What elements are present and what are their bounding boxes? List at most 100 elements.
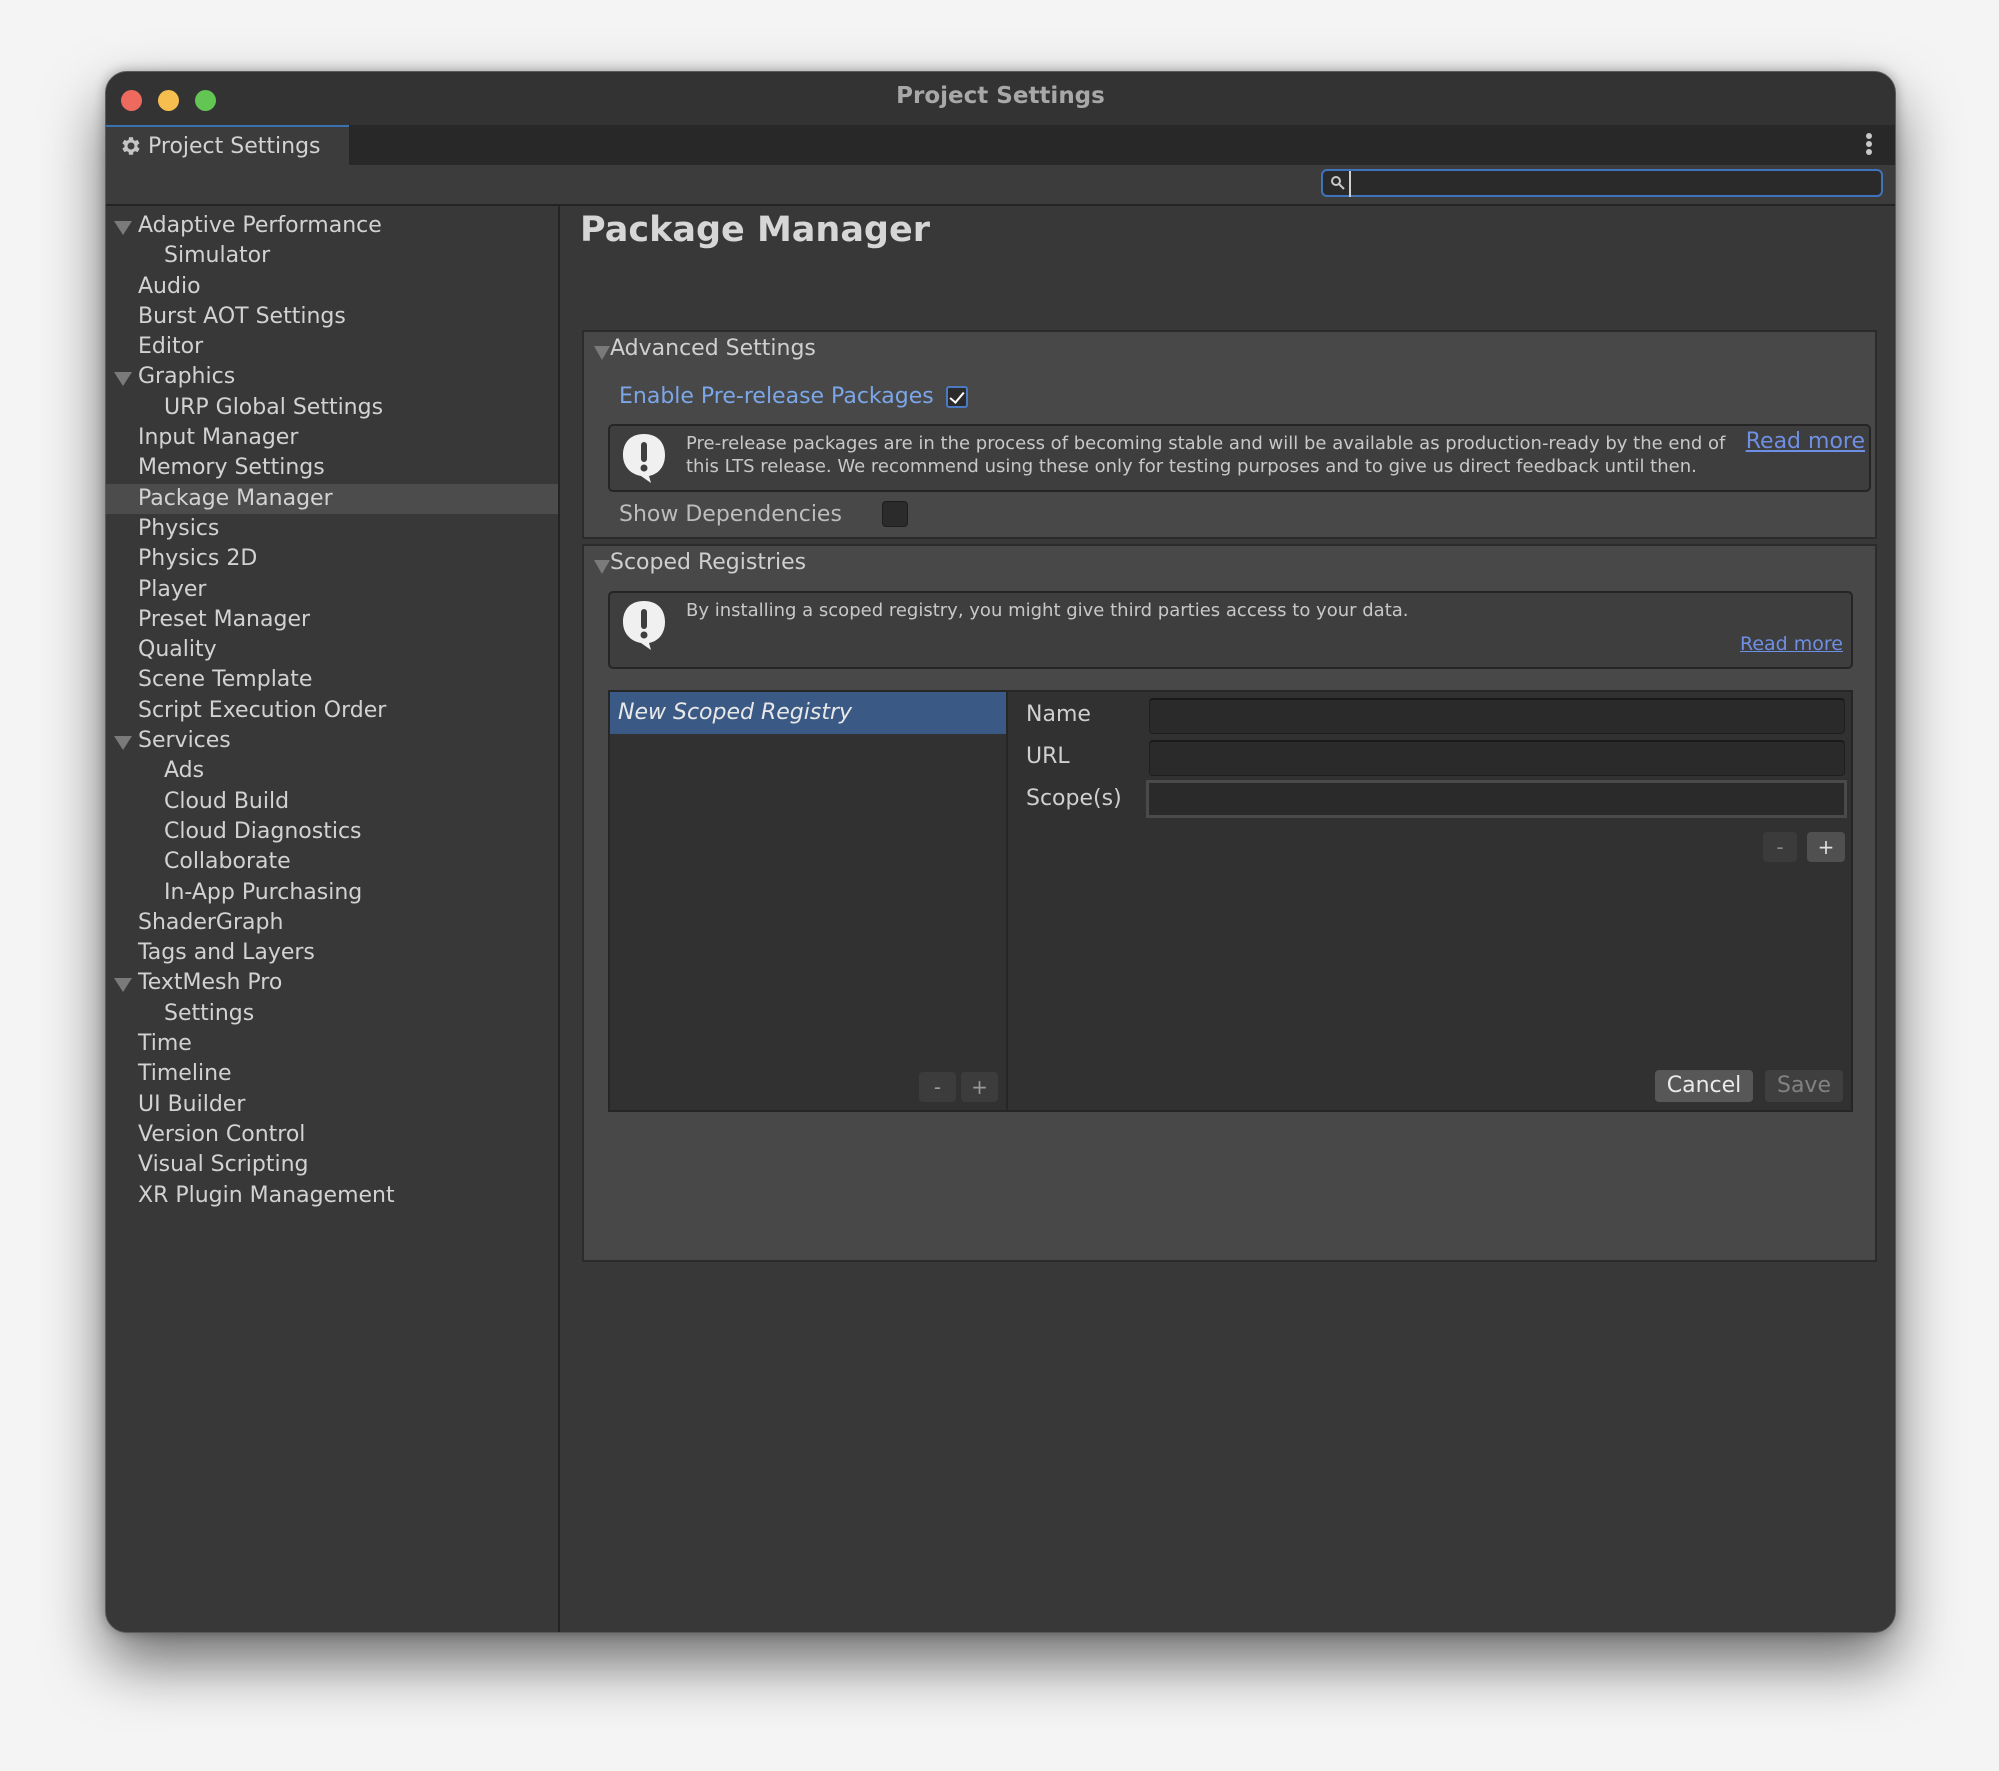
- sidebar-item-label: Memory Settings: [138, 455, 325, 481]
- read-more-link[interactable]: Read more: [1746, 429, 1865, 454]
- sidebar-item-label: Services: [138, 728, 231, 754]
- sidebar-item-label: Player: [138, 576, 207, 602]
- title-bar: Project Settings: [106, 72, 1895, 125]
- sidebar-item-label: Ads: [164, 758, 205, 784]
- expand-arrow-icon[interactable]: [114, 736, 132, 751]
- sidebar-item-package-manager[interactable]: Package Manager: [106, 483, 558, 514]
- tab-project-settings[interactable]: Project Settings: [106, 125, 349, 165]
- sidebar-item-label: Tags and Layers: [138, 940, 315, 966]
- sidebar-item-label: In-App Purchasing: [164, 879, 363, 905]
- url-label: URL: [1026, 744, 1070, 769]
- sidebar-item-label: Timeline: [138, 1061, 232, 1087]
- page-title: Package Manager: [580, 210, 930, 250]
- prerelease-info-box: Pre-release packages are in the process …: [608, 424, 1871, 492]
- sidebar-item-label: Quality: [138, 637, 217, 663]
- sidebar-item-label: Scene Template: [138, 667, 313, 693]
- scoped-registries-header: Scoped Registries: [610, 550, 807, 575]
- sidebar-item-settings[interactable]: Settings: [106, 999, 558, 1029]
- sidebar-item-ads[interactable]: Ads: [106, 756, 558, 786]
- kebab-menu-icon[interactable]: [1865, 133, 1873, 157]
- search-input[interactable]: [1349, 171, 1875, 197]
- sidebar-item-urp-global-settings[interactable]: URP Global Settings: [106, 393, 558, 423]
- sidebar-item-physics-2d[interactable]: Physics 2D: [106, 544, 558, 574]
- sidebar-item-script-execution-order[interactable]: Script Execution Order: [106, 696, 558, 726]
- sidebar-item-textmesh-pro[interactable]: TextMesh Pro: [106, 968, 558, 998]
- sidebar-item-label: Version Control: [138, 1121, 306, 1147]
- sidebar-item-in-app-purchasing[interactable]: In-App Purchasing: [106, 878, 558, 908]
- sidebar-item-label: Graphics: [138, 364, 236, 390]
- name-input[interactable]: [1149, 698, 1845, 734]
- sidebar-item-timeline[interactable]: Timeline: [106, 1059, 558, 1089]
- registry-list-item[interactable]: New Scoped Registry: [610, 692, 1006, 734]
- expand-arrow-icon[interactable]: [114, 978, 132, 993]
- sidebar-item-label: Audio: [138, 273, 201, 299]
- expand-arrow-icon[interactable]: [114, 372, 132, 387]
- foldout-arrow-icon: [594, 559, 610, 574]
- sidebar-item-label: Physics: [138, 515, 220, 541]
- prerelease-label: Enable Pre-release Packages: [619, 384, 934, 409]
- sidebar-item-player[interactable]: Player: [106, 575, 558, 605]
- sidebar-item-label: Burst AOT Settings: [138, 303, 346, 329]
- sidebar-item-label: Simulator: [164, 243, 271, 269]
- scopes-input[interactable]: [1146, 780, 1847, 818]
- remove-scope-button[interactable]: -: [1763, 832, 1797, 862]
- gear-icon: [122, 137, 140, 155]
- read-more-link[interactable]: Read more: [1740, 633, 1843, 655]
- prerelease-checkbox[interactable]: [945, 385, 968, 408]
- sidebar-item-memory-settings[interactable]: Memory Settings: [106, 453, 558, 483]
- sidebar-item-input-manager[interactable]: Input Manager: [106, 423, 558, 453]
- scoped-info-text: By installing a scoped registry, you mig…: [686, 600, 1409, 621]
- sidebar-item-ui-builder[interactable]: UI Builder: [106, 1090, 558, 1120]
- main-panel: Package Manager Advanced Settings Enable…: [560, 206, 1895, 1632]
- advanced-settings-foldout[interactable]: Advanced Settings: [594, 336, 816, 361]
- add-scope-button[interactable]: +: [1807, 832, 1845, 862]
- remove-registry-button[interactable]: -: [919, 1072, 956, 1102]
- name-label: Name: [1026, 702, 1091, 727]
- sidebar-item-quality[interactable]: Quality: [106, 635, 558, 665]
- save-button[interactable]: Save: [1765, 1070, 1843, 1102]
- sidebar-item-scene-template[interactable]: Scene Template: [106, 665, 558, 695]
- expand-arrow-icon[interactable]: [114, 221, 132, 235]
- sidebar-item-collaborate[interactable]: Collaborate: [106, 847, 558, 877]
- scoped-info-box: By installing a scoped registry, you mig…: [608, 591, 1853, 669]
- sidebar-item-services[interactable]: Services: [106, 726, 558, 756]
- sidebar-item-label: TextMesh Pro: [138, 970, 283, 996]
- sidebar-item-time[interactable]: Time: [106, 1029, 558, 1059]
- prerelease-row: Enable Pre-release Packages: [619, 384, 968, 409]
- sidebar-item-label: ShaderGraph: [138, 909, 284, 935]
- add-registry-button[interactable]: +: [961, 1072, 998, 1102]
- scoped-registries-foldout[interactable]: Scoped Registries: [594, 550, 806, 575]
- sidebar-item-label: Package Manager: [138, 485, 333, 511]
- sidebar-item-xr-plugin-management[interactable]: XR Plugin Management: [106, 1181, 558, 1211]
- show-dependencies-checkbox[interactable]: [881, 501, 908, 527]
- sidebar-item-tags-and-layers[interactable]: Tags and Layers: [106, 938, 558, 968]
- search-field[interactable]: [1321, 169, 1883, 197]
- sidebar-item-label: UI Builder: [138, 1091, 246, 1117]
- window-title: Project Settings: [896, 83, 1105, 109]
- sidebar-item-visual-scripting[interactable]: Visual Scripting: [106, 1150, 558, 1180]
- sidebar-item-preset-manager[interactable]: Preset Manager: [106, 605, 558, 635]
- sidebar-item-label: Visual Scripting: [138, 1152, 309, 1178]
- sidebar-item-graphics[interactable]: Graphics: [106, 362, 558, 392]
- scopes-label: Scope(s): [1026, 786, 1122, 811]
- sidebar-item-physics[interactable]: Physics: [106, 514, 558, 544]
- show-dependencies-row: Show Dependencies: [619, 501, 908, 527]
- sidebar-item-burst-aot-settings[interactable]: Burst AOT Settings: [106, 302, 558, 332]
- sidebar-item-cloud-build[interactable]: Cloud Build: [106, 787, 558, 817]
- sidebar-item-version-control[interactable]: Version Control: [106, 1120, 558, 1150]
- url-input[interactable]: [1149, 740, 1845, 776]
- cancel-button[interactable]: Cancel: [1655, 1070, 1753, 1102]
- sidebar-item-label: Physics 2D: [138, 546, 258, 572]
- sidebar-item-shadergraph[interactable]: ShaderGraph: [106, 908, 558, 938]
- sidebar-item-audio[interactable]: Audio: [106, 272, 558, 302]
- advanced-settings-header: Advanced Settings: [610, 336, 816, 361]
- settings-sidebar: Adaptive Performance Simulator Audio Burst …: [106, 206, 560, 1632]
- sidebar-item-cloud-diagnostics[interactable]: Cloud Diagnostics: [106, 817, 558, 847]
- prerelease-info-text: Pre-release packages are in the process …: [686, 433, 1726, 477]
- warning-icon: [623, 601, 665, 650]
- tab-bar: Project Settings: [106, 125, 1895, 165]
- sidebar-item-adaptive-performance[interactable]: Adaptive Performance: [106, 211, 558, 241]
- sidebar-item-label: Preset Manager: [138, 606, 311, 632]
- sidebar-item-simulator[interactable]: Simulator: [106, 241, 558, 271]
- sidebar-item-editor[interactable]: Editor: [106, 332, 558, 362]
